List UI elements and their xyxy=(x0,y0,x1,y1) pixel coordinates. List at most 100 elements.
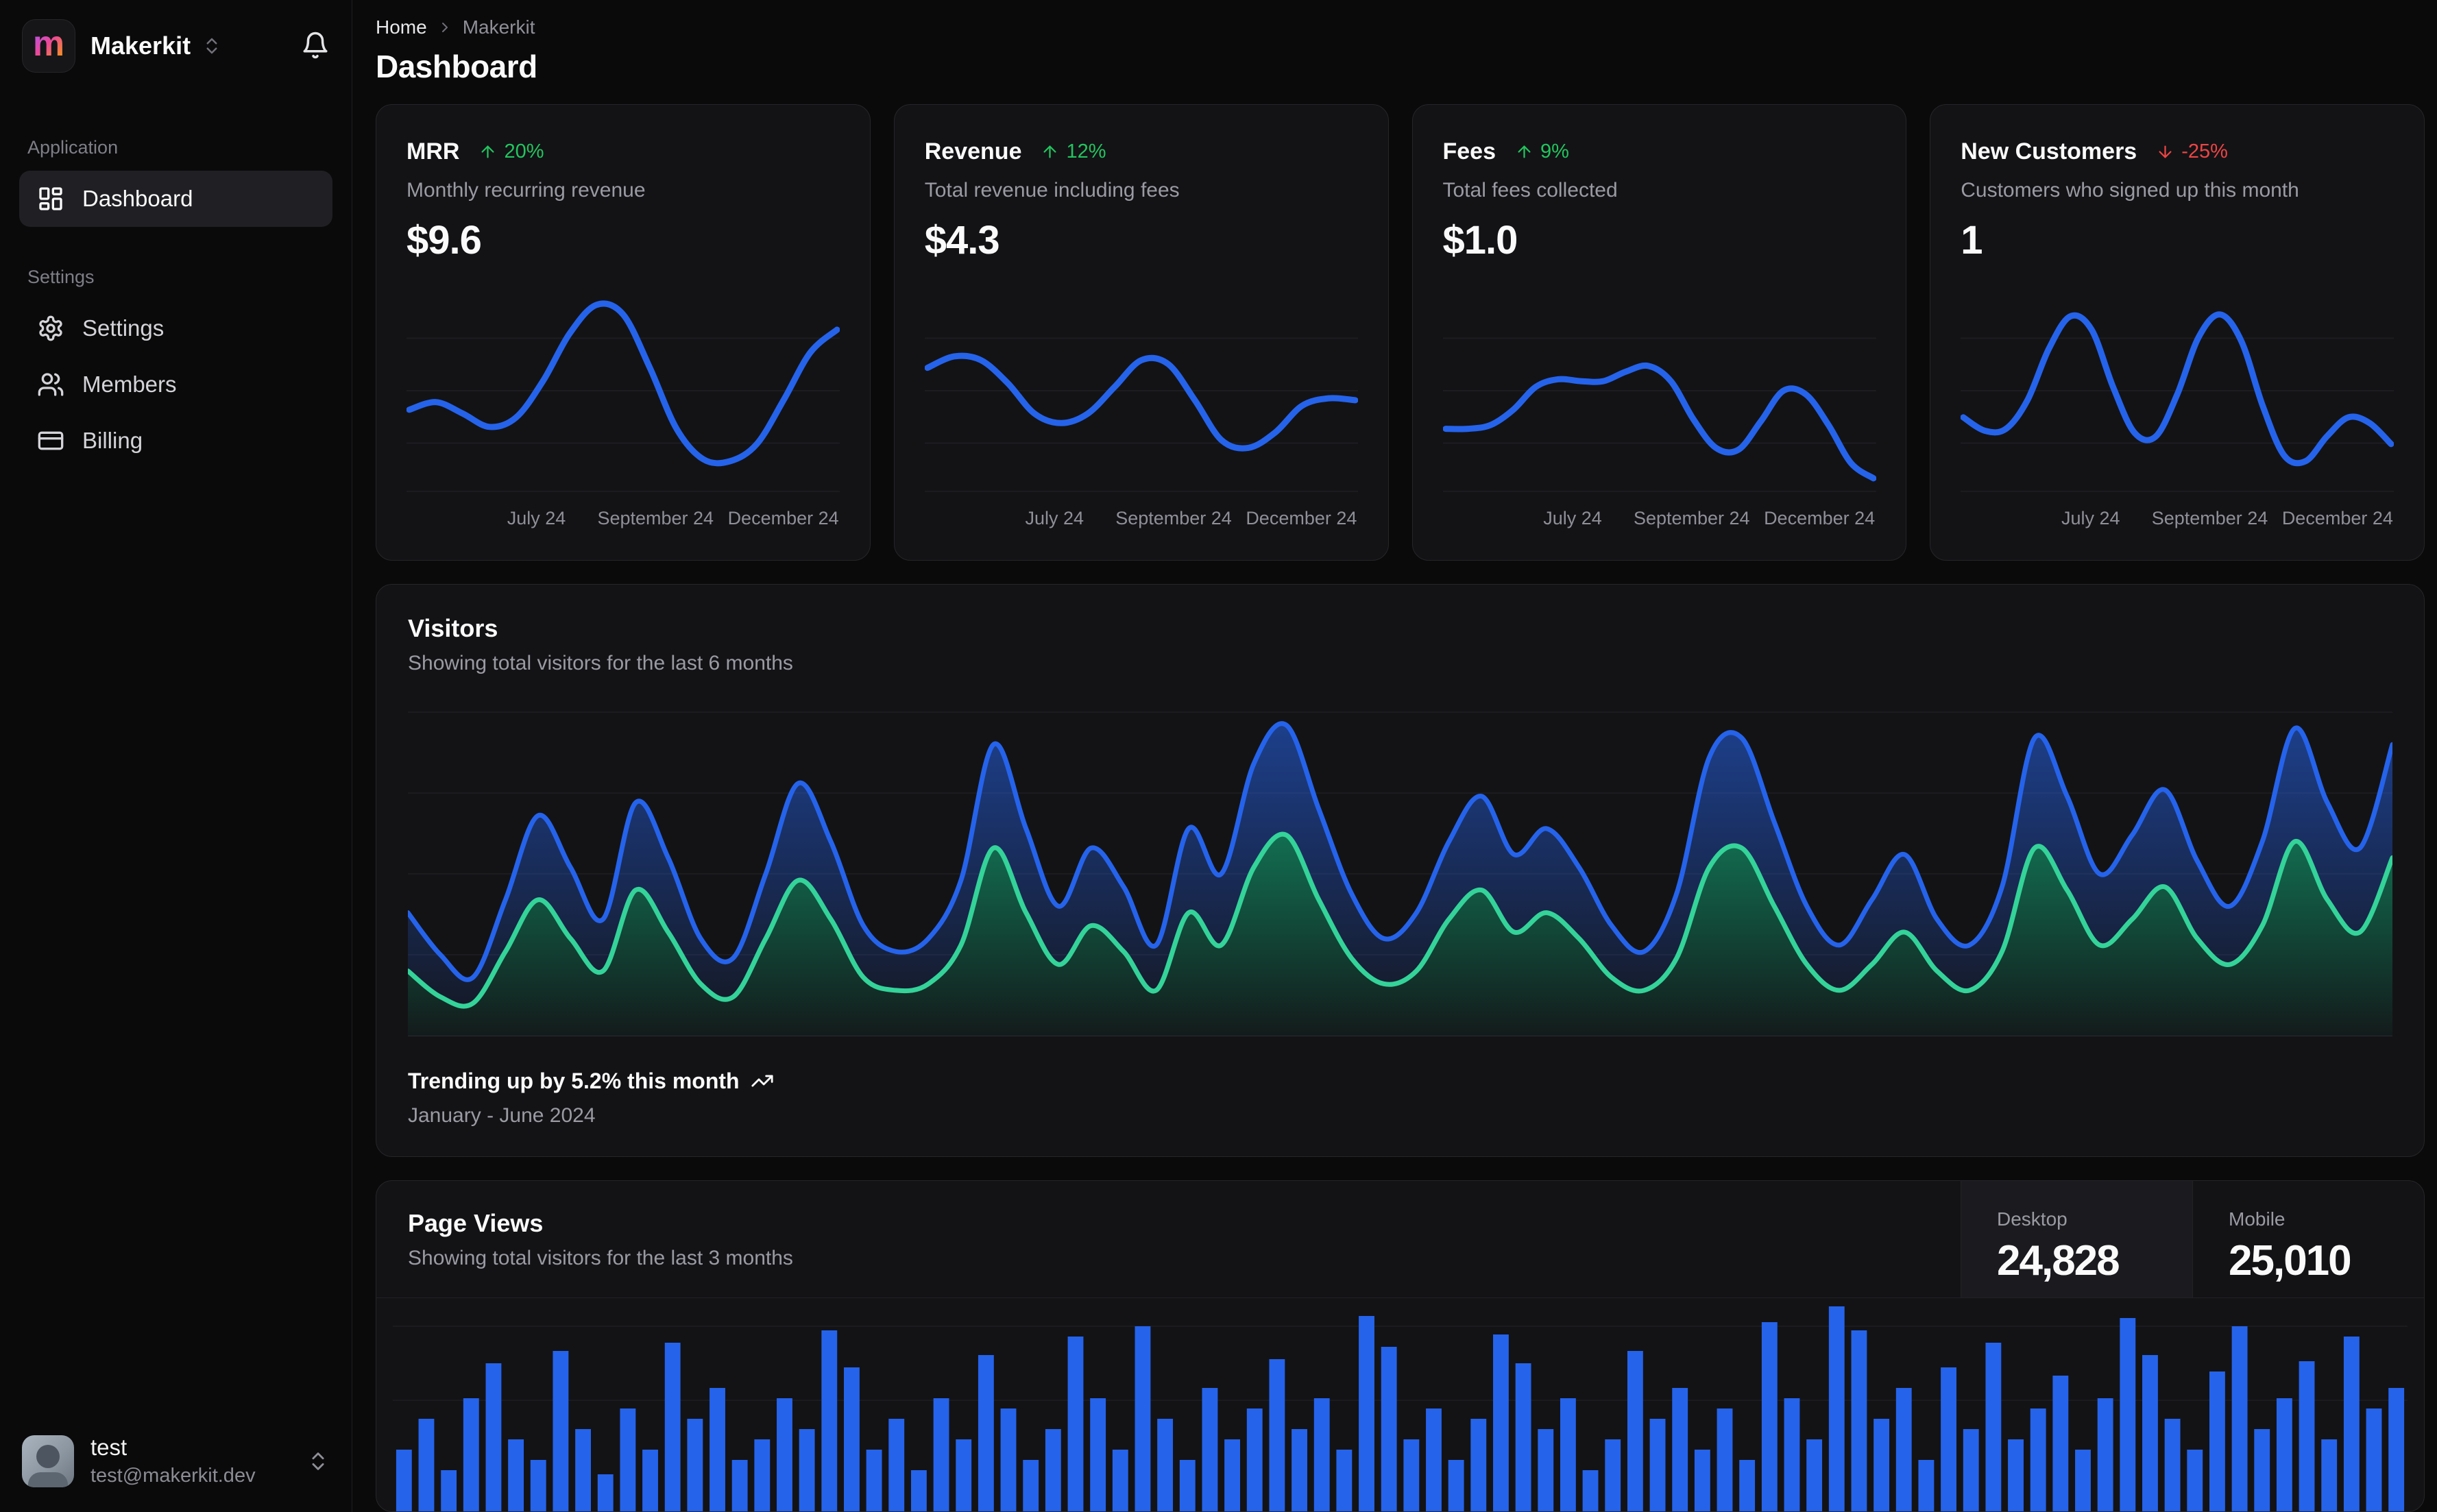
stat-subtitle: Total fees collected xyxy=(1442,179,1618,202)
page-views-header: Page Views Showing total visitors for th… xyxy=(376,1181,2424,1298)
stat-trend-value: 20% xyxy=(504,140,544,162)
main-content: Home Makerkit Dashboard MRR 20% Monthly … xyxy=(352,0,2437,1512)
stat-trend-value: -25% xyxy=(2181,140,2228,162)
stat-card-revenue: Revenue 12% Total revenue including fees… xyxy=(893,104,1389,561)
stat-trend-value: 12% xyxy=(1066,140,1106,162)
stat-trend-badge: 20% xyxy=(478,141,544,163)
credit-card-icon xyxy=(38,431,64,450)
trending-up-icon xyxy=(751,1075,773,1087)
nav-section-label: Application xyxy=(27,137,119,158)
x-tick: December 24 xyxy=(1246,508,1357,528)
chevrons-up-down-icon xyxy=(206,38,217,54)
workspace-logo-letter: m xyxy=(32,24,65,64)
workspace-name: Makerkit xyxy=(90,32,191,60)
stat-value: $9.6 xyxy=(407,218,482,263)
stat-sparkline-chart xyxy=(924,286,1358,496)
stat-x-axis: July 24 September 24 December 24 xyxy=(407,505,840,533)
dashboard-icon xyxy=(39,187,62,210)
stat-sparkline-chart xyxy=(1442,286,1876,496)
chevrons-up-down-icon xyxy=(312,1452,324,1470)
page-views-toggle-label: Mobile xyxy=(2229,1208,2286,1230)
stat-subtitle: Customers who signed up this month xyxy=(1961,179,2299,202)
stat-title: MRR xyxy=(407,138,460,164)
stat-title: Fees xyxy=(1442,138,1496,164)
nav-section: Application Dashboard xyxy=(19,137,332,227)
stat-title: New Customers xyxy=(1961,138,2137,164)
page-views-toggle-value: 25,010 xyxy=(2229,1237,2352,1284)
workspace-switcher[interactable]: Makerkit xyxy=(90,32,222,60)
gear-icon xyxy=(39,315,62,341)
stat-title: Revenue xyxy=(924,138,1022,164)
stat-trend-badge: -25% xyxy=(2156,141,2228,163)
visitors-range-text: January - June 2024 xyxy=(408,1104,596,1127)
stat-value: $1.0 xyxy=(1442,218,1518,263)
page-views-toggle-mobile[interactable]: Mobile 25,010 xyxy=(2192,1181,2424,1297)
x-tick: September 24 xyxy=(1633,508,1750,528)
workspace-logo[interactable]: m xyxy=(22,19,75,73)
user-name: test xyxy=(90,1434,128,1460)
breadcrumb: Home Makerkit xyxy=(376,16,2425,38)
page-views-bar-chart xyxy=(393,1306,2408,1511)
x-tick: July 24 xyxy=(1025,508,1084,528)
stat-card-mrr: MRR 20% Monthly recurring revenue $9.6 J… xyxy=(376,104,871,561)
stat-value: 1 xyxy=(1961,218,1983,263)
sidebar-item-billing[interactable]: Billing xyxy=(19,413,332,469)
x-tick: December 24 xyxy=(727,508,839,528)
visitors-area-chart xyxy=(408,705,2392,1041)
x-tick: December 24 xyxy=(1764,508,1876,528)
stat-sparkline-chart xyxy=(407,286,840,496)
page-views-toggle-group: Desktop 24,828 Mobile 25,010 xyxy=(1961,1181,2424,1297)
visitors-footer: Trending up by 5.2% this month January -… xyxy=(408,1067,2392,1127)
stat-subtitle: Total revenue including fees xyxy=(924,179,1180,202)
x-tick: September 24 xyxy=(1115,508,1232,528)
sidebar-item-members[interactable]: Members xyxy=(19,356,332,413)
nav-section: Settings Settings Members Billing xyxy=(19,267,332,469)
arrow-up-icon xyxy=(1518,145,1531,158)
stat-x-axis: July 24 September 24 December 24 xyxy=(1443,505,1876,533)
arrow-down-icon xyxy=(2159,145,2172,158)
page-views-toggle-label: Desktop xyxy=(1997,1208,2068,1230)
arrow-up-icon xyxy=(481,145,494,158)
visitors-card: Visitors Showing total visitors for the … xyxy=(376,584,2425,1157)
arrow-up-icon xyxy=(1043,145,1056,158)
sidebar-item-label: Members xyxy=(82,371,177,397)
stat-trend-badge: 12% xyxy=(1041,141,1106,163)
stat-card-fees: Fees 9% Total fees collected $1.0 July 2… xyxy=(1411,104,1907,561)
sidebar-item-dashboard[interactable]: Dashboard xyxy=(19,171,332,227)
stat-sparkline-chart xyxy=(1961,286,2394,496)
sidebar-item-settings[interactable]: Settings xyxy=(19,300,332,356)
page-views-subtitle: Showing total visitors for the last 3 mo… xyxy=(408,1247,793,1269)
visitors-trend-text: Trending up by 5.2% this month xyxy=(408,1069,740,1093)
stat-trend-badge: 9% xyxy=(1515,141,1569,163)
sidebar-item-label: Dashboard xyxy=(82,186,193,211)
breadcrumb-home[interactable]: Home xyxy=(376,16,427,38)
stat-card-new_customers: New Customers -25% Customers who signed … xyxy=(1930,104,2425,561)
nav-section-label: Settings xyxy=(27,267,95,287)
x-tick: July 24 xyxy=(2061,508,2120,528)
x-tick: December 24 xyxy=(2281,508,2393,528)
visitors-subtitle: Showing total visitors for the last 6 mo… xyxy=(408,652,793,674)
stats-grid: MRR 20% Monthly recurring revenue $9.6 J… xyxy=(376,104,2425,561)
page-views-toggle-desktop[interactable]: Desktop 24,828 xyxy=(1961,1181,2192,1297)
x-tick: July 24 xyxy=(507,508,566,528)
stat-subtitle: Monthly recurring revenue xyxy=(407,179,646,202)
sidebar-item-label: Billing xyxy=(82,428,143,453)
sidebar: m Makerkit Application Dashboard Setting… xyxy=(0,0,352,1512)
visitors-title: Visitors xyxy=(408,614,498,642)
x-tick: July 24 xyxy=(1543,508,1602,528)
user-email: test@makerkit.dev xyxy=(90,1465,256,1487)
breadcrumb-current: Makerkit xyxy=(462,16,535,38)
sidebar-nav: Application Dashboard Settings Settings … xyxy=(19,137,332,469)
sidebar-header: m Makerkit xyxy=(19,18,332,74)
page-views-toggle-value: 24,828 xyxy=(1997,1237,2120,1284)
stat-trend-value: 9% xyxy=(1540,140,1569,162)
stat-value: $4.3 xyxy=(924,218,1000,263)
sidebar-item-label: Settings xyxy=(82,315,165,341)
user-avatar xyxy=(22,1435,74,1487)
user-menu[interactable]: test test@makerkit.dev xyxy=(19,1431,332,1491)
stat-x-axis: July 24 September 24 December 24 xyxy=(925,505,1358,533)
page-views-title: Page Views xyxy=(408,1209,544,1237)
x-tick: September 24 xyxy=(2151,508,2268,528)
notifications-button[interactable] xyxy=(301,31,330,62)
